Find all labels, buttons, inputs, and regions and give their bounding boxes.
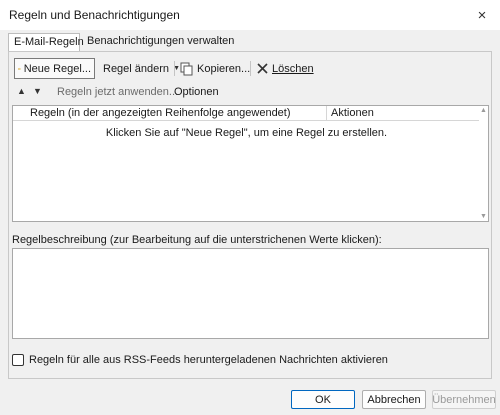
scroll-down-icon[interactable]: ▼ — [480, 213, 487, 220]
copy-button[interactable]: Kopieren... — [177, 58, 253, 79]
move-up-button[interactable]: ▲ — [17, 86, 26, 96]
tab-panel: Neue Regel... Regel ändern ▼ Kopieren...… — [8, 51, 492, 379]
change-rule-label: Regel ändern — [103, 62, 170, 75]
toolbar: Neue Regel... Regel ändern ▼ Kopieren...… — [14, 58, 484, 80]
change-rule-button[interactable]: Regel ändern ▼ — [100, 58, 183, 79]
scroll-up-icon[interactable]: ▲ — [480, 107, 487, 114]
cancel-button[interactable]: Abbrechen — [362, 390, 426, 409]
new-rule-button[interactable]: Neue Regel... — [14, 58, 95, 79]
rss-checkbox-label[interactable]: Regeln für alle aus RSS-Feeds herunterge… — [29, 354, 388, 366]
delete-button[interactable]: Löschen — [253, 58, 317, 79]
description-label: Regelbeschreibung (zur Bearbeitung auf d… — [12, 234, 382, 246]
copy-icon — [180, 62, 193, 75]
toolbar-divider — [174, 61, 175, 76]
rules-list-header: Regeln (in der angezeigten Reihenfolge a… — [13, 106, 480, 121]
column-header-rules[interactable]: Regeln (in der angezeigten Reihenfolge a… — [30, 107, 291, 119]
title-bar: Regeln und Benachrichtigungen × — [0, 0, 500, 30]
rss-checkbox[interactable] — [12, 354, 24, 366]
apply-button[interactable]: Übernehmen — [432, 390, 496, 409]
rules-scrollbar[interactable]: ▲ ▼ — [479, 106, 488, 221]
toolbar-divider — [250, 61, 251, 76]
new-rule-label: Neue Regel... — [23, 62, 91, 75]
delete-label: Löschen — [272, 62, 314, 75]
empty-rules-message: Klicken Sie auf "Neue Regel", um eine Re… — [105, 127, 388, 139]
close-button[interactable]: × — [464, 0, 500, 30]
move-down-button[interactable]: ▼ — [33, 86, 42, 96]
rules-list[interactable]: Regeln (in der angezeigten Reihenfolge a… — [12, 105, 489, 222]
tab-manage-alerts[interactable]: Benachrichtigungen verwalten — [82, 33, 239, 51]
run-rules-button[interactable]: Regeln jetzt anwenden... — [57, 86, 178, 98]
tab-email-rules[interactable]: E-Mail-Regeln — [8, 33, 84, 51]
column-divider[interactable] — [326, 106, 327, 121]
column-header-actions[interactable]: Aktionen — [331, 107, 374, 119]
rss-checkbox-row[interactable]: Regeln für alle aus RSS-Feeds herunterge… — [12, 353, 388, 367]
copy-label: Kopieren... — [197, 62, 251, 75]
description-box[interactable] — [12, 248, 489, 339]
delete-x-icon — [257, 63, 268, 74]
new-rule-icon — [18, 67, 21, 70]
rules-actions-row: ▲ ▼ Regeln jetzt anwenden... Optionen — [15, 85, 485, 101]
options-button[interactable]: Optionen — [174, 86, 219, 98]
rules-dialog: Regeln und Benachrichtigungen × E-Mail-R… — [0, 0, 500, 415]
window-title: Regeln und Benachrichtigungen — [9, 8, 180, 22]
ok-button[interactable]: OK — [291, 390, 355, 409]
